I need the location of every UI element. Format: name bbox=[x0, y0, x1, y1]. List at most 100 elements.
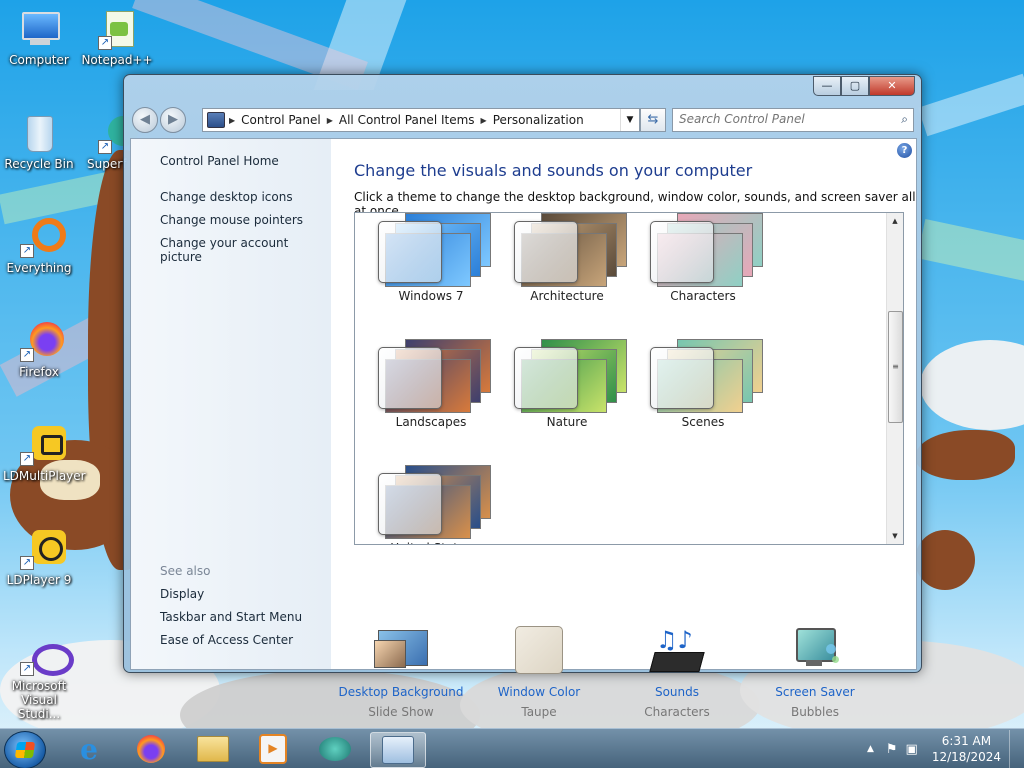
window-color-value: Taupe bbox=[521, 705, 557, 719]
desktop-icon-ldplayer[interactable]: ↗ LDPlayer 9 bbox=[3, 528, 75, 587]
minimize-button[interactable]: — bbox=[813, 76, 841, 96]
shortcut-arrow-icon: ↗ bbox=[20, 452, 34, 466]
address-bar[interactable]: ▶ Control Panel ▶ All Control Panel Item… bbox=[202, 108, 640, 132]
recycle-bin-icon bbox=[18, 112, 60, 154]
theme-name: United States bbox=[369, 541, 493, 544]
window-controls: — ▢ ✕ bbox=[813, 76, 915, 96]
theme-tile[interactable]: Windows 7 bbox=[369, 213, 499, 313]
theme-name: Nature bbox=[546, 415, 588, 429]
page-title: Change the visuals and sounds on your co… bbox=[354, 161, 753, 180]
shortcut-arrow-icon: ↗ bbox=[20, 556, 34, 570]
show-desktop-button[interactable] bbox=[1009, 730, 1024, 768]
everything-icon: ↗ bbox=[18, 216, 66, 258]
maximize-button[interactable]: ▢ bbox=[841, 76, 869, 96]
file-explorer-icon bbox=[197, 736, 229, 762]
firefox-icon: ↗ bbox=[18, 320, 64, 362]
theme-glass-frame bbox=[378, 347, 442, 409]
taskbar: e ▶ ▲ ⚑ ▣ 6:31 AM 12/18/2024 bbox=[0, 728, 1024, 768]
desktop-background-label[interactable]: Desktop Background bbox=[331, 682, 471, 702]
theme-name: Landscapes bbox=[395, 415, 467, 429]
theme-list: Windows 7 Architecture Characters Landscape… bbox=[354, 212, 904, 545]
visual-studio-icon: ↗ bbox=[18, 640, 74, 676]
shortcut-arrow-icon: ↗ bbox=[98, 140, 112, 154]
sounds-icon: ♫♪ bbox=[648, 626, 706, 676]
taskbar-control-panel[interactable] bbox=[370, 732, 426, 768]
ldplayer-icon: ↗ bbox=[18, 528, 66, 570]
main-panel: ? Change the visuals and sounds on your … bbox=[331, 139, 916, 719]
control-panel-home-link[interactable]: Control Panel Home bbox=[160, 154, 279, 168]
display-link[interactable]: Display bbox=[160, 587, 204, 601]
clock[interactable]: 6:31 AM 12/18/2024 bbox=[932, 733, 1001, 765]
personalization-window: — ▢ ✕ ◀ ▶ ▶ Control Panel ▶ All Control … bbox=[123, 74, 922, 719]
start-button[interactable] bbox=[4, 731, 46, 768]
see-also-heading: See also bbox=[160, 564, 211, 578]
shortcut-arrow-icon: ↗ bbox=[98, 36, 112, 50]
breadcrumb-personalization[interactable]: Personalization bbox=[487, 113, 590, 127]
sounds-item[interactable]: ♫♪ Sounds Characters bbox=[607, 626, 747, 722]
show-hidden-icons-icon[interactable]: ▲ bbox=[867, 744, 874, 754]
clock-time: 6:31 AM bbox=[941, 734, 992, 748]
ldmultiplayer-icon: ↗ bbox=[18, 424, 66, 466]
desktop-icon-firefox[interactable]: ↗ Firefox bbox=[3, 320, 75, 379]
theme-tile[interactable]: Characters bbox=[641, 213, 771, 313]
ease-of-access-link[interactable]: Ease of Access Center bbox=[160, 633, 293, 647]
desktop-icon-computer[interactable]: Computer bbox=[3, 8, 75, 67]
shortcut-arrow-icon: ↗ bbox=[20, 348, 34, 362]
theme-tile[interactable]: Nature bbox=[505, 319, 635, 439]
screen-saver-item[interactable]: Screen Saver Bubbles bbox=[745, 626, 885, 722]
clock-date: 12/18/2024 bbox=[931, 750, 1001, 764]
scroll-down-icon[interactable]: ▼ bbox=[887, 528, 903, 544]
forward-button[interactable]: ▶ bbox=[160, 107, 186, 133]
taskbar-file-explorer[interactable] bbox=[186, 732, 240, 766]
breadcrumb-control-panel[interactable]: Control Panel bbox=[235, 113, 327, 127]
search-box: ⌕ bbox=[672, 108, 914, 132]
taskbar-firefox[interactable] bbox=[124, 732, 178, 766]
theme-glass-frame bbox=[650, 347, 714, 409]
shortcut-arrow-icon: ↗ bbox=[20, 244, 34, 258]
action-center-icon[interactable]: ⚑ bbox=[886, 742, 898, 757]
desktop-background-item[interactable]: Desktop Background Slide Show bbox=[331, 626, 471, 722]
internet-explorer-icon: e bbox=[80, 732, 98, 766]
scroll-thumb[interactable]: ≡ bbox=[888, 311, 903, 423]
change-desktop-icons-link[interactable]: Change desktop icons bbox=[160, 190, 293, 204]
taskbar-start-menu-link[interactable]: Taskbar and Start Menu bbox=[160, 610, 302, 624]
desktop-icon-notepad-plus-plus[interactable]: ↗ Notepad++ bbox=[81, 8, 153, 67]
search-icon[interactable]: ⌕ bbox=[901, 112, 908, 127]
address-dropdown-icon[interactable]: ▼ bbox=[620, 109, 639, 131]
desktop-icon-recycle-bin[interactable]: Recycle Bin bbox=[3, 112, 75, 171]
taskbar-app[interactable] bbox=[308, 732, 362, 766]
window-color-label[interactable]: Window Color bbox=[469, 682, 609, 702]
sounds-value: Characters bbox=[644, 705, 710, 719]
computer-icon bbox=[18, 8, 60, 50]
taskbar-internet-explorer[interactable]: e bbox=[62, 732, 116, 766]
network-icon[interactable]: ▣ bbox=[906, 742, 918, 757]
desktop-icon-visual-studio[interactable]: ↗ Microsoft Visual Studi... bbox=[3, 640, 75, 721]
back-button[interactable]: ◀ bbox=[132, 107, 158, 133]
content-area: Control Panel Home Change desktop icons … bbox=[130, 138, 917, 719]
theme-tile[interactable]: United States bbox=[369, 445, 499, 544]
window-color-item[interactable]: Window Color Taupe bbox=[469, 626, 609, 722]
sounds-label[interactable]: Sounds bbox=[607, 682, 747, 702]
screen-saver-label[interactable]: Screen Saver bbox=[745, 682, 885, 702]
change-account-picture-link[interactable]: Change your account picture bbox=[160, 236, 331, 264]
close-button[interactable]: ✕ bbox=[869, 76, 915, 96]
theme-list-scrollbar[interactable]: ▲ ≡ ▼ bbox=[886, 213, 903, 544]
desktop-icon-ldmultiplayer[interactable]: ↗ LDMultiPlayer bbox=[3, 424, 86, 483]
desktop-icon-everything[interactable]: ↗ Everything bbox=[3, 216, 75, 275]
window-color-icon bbox=[510, 626, 568, 676]
system-tray: ▲ ⚑ ▣ 6:31 AM 12/18/2024 bbox=[867, 729, 1024, 768]
desktop-background-icon bbox=[372, 626, 430, 676]
help-icon[interactable]: ? bbox=[897, 143, 912, 158]
notepad-plus-plus-icon: ↗ bbox=[96, 8, 138, 50]
theme-tile[interactable]: Architecture bbox=[505, 213, 635, 313]
theme-tile[interactable]: Landscapes bbox=[369, 319, 499, 439]
taskbar-media-player[interactable]: ▶ bbox=[246, 732, 300, 766]
refresh-button[interactable]: ⇆ bbox=[640, 108, 666, 132]
breadcrumb-all-items[interactable]: All Control Panel Items bbox=[333, 113, 481, 127]
search-input[interactable] bbox=[673, 109, 890, 129]
change-mouse-pointers-link[interactable]: Change mouse pointers bbox=[160, 213, 303, 227]
scroll-up-icon[interactable]: ▲ bbox=[887, 213, 903, 229]
app-icon bbox=[319, 737, 351, 761]
theme-tile[interactable]: Scenes bbox=[641, 319, 771, 439]
theme-name: Architecture bbox=[530, 289, 604, 303]
